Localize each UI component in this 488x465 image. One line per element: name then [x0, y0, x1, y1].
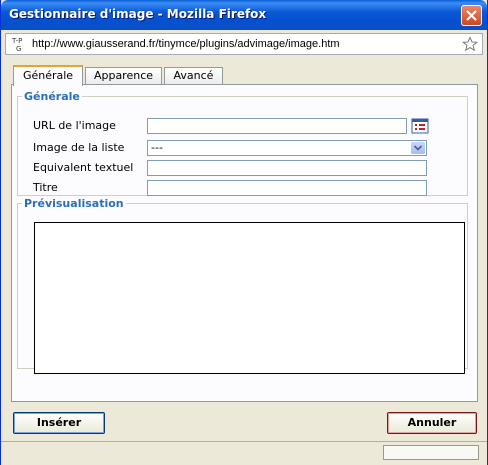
browse-icon[interactable]	[411, 118, 429, 134]
address-bar[interactable]: T-P G http://www.giausserand.fr/tinymce/p…	[5, 33, 483, 55]
window-title: Gestionnaire d'image - Mozilla Firefox	[9, 7, 267, 21]
title-label: Titre	[33, 181, 58, 194]
image-list-select[interactable]: ---	[147, 140, 427, 156]
title-bar[interactable]: Gestionnaire d'image - Mozilla Firefox	[1, 0, 487, 30]
preview-fieldset: Prévisualisation	[17, 197, 468, 374]
url-input[interactable]	[147, 118, 407, 134]
title-input[interactable]	[147, 180, 427, 196]
svg-text:G: G	[16, 45, 21, 53]
close-button[interactable]	[461, 5, 482, 26]
tab-panel-generale: Générale URL de l'image Image de la list…	[11, 84, 478, 402]
tab-avance[interactable]: Avancé	[164, 67, 223, 84]
url-text: http://www.giausserand.fr/tinymce/plugin…	[32, 38, 340, 50]
chevron-down-icon[interactable]	[411, 142, 425, 154]
list-label: Image de la liste	[33, 141, 125, 154]
alt-label: Equivalent textuel	[33, 161, 134, 174]
tab-apparence[interactable]: Apparence	[85, 67, 162, 84]
url-label: URL de l'image	[33, 119, 116, 132]
general-legend: Générale	[24, 90, 80, 103]
star-icon[interactable]	[462, 36, 478, 52]
browser-window: Gestionnaire d'image - Mozilla Firefox T…	[0, 0, 488, 465]
close-icon	[466, 10, 477, 21]
status-field	[383, 445, 479, 460]
preview-area	[34, 222, 465, 374]
status-bar	[1, 441, 487, 465]
cancel-button[interactable]: Annuler	[387, 412, 477, 434]
svg-text:T-P: T-P	[11, 37, 22, 45]
general-fieldset: Générale URL de l'image Image de la list…	[17, 90, 468, 196]
preview-legend: Prévisualisation	[24, 197, 124, 210]
tab-generale[interactable]: Générale	[13, 65, 83, 86]
insert-button[interactable]: Insérer	[13, 412, 105, 434]
alt-input[interactable]	[147, 160, 427, 176]
site-icon: T-P G	[10, 35, 28, 53]
image-list-value: ---	[151, 141, 163, 154]
